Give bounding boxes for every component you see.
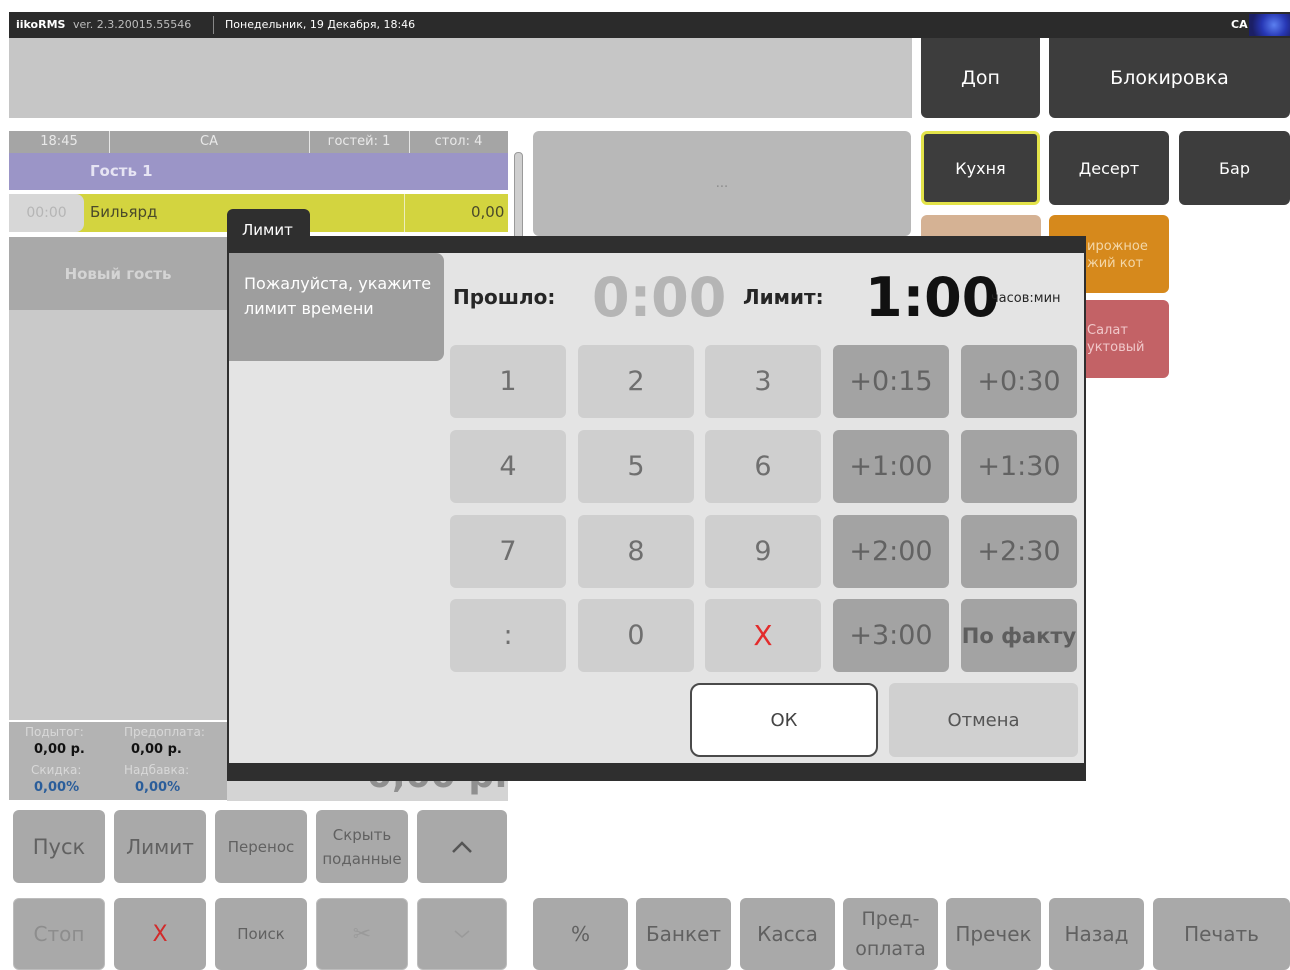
add-2-30-button[interactable]: +2:30 (961, 515, 1077, 588)
product-tile-label: ирожное жий кот (1087, 239, 1148, 271)
item-timer: 00:00 (9, 194, 84, 232)
cash-button[interactable]: Касса (740, 898, 835, 970)
elapsed-label: Прошло: (453, 285, 556, 309)
status-orb-icon (1249, 14, 1290, 36)
delete-button[interactable]: X (114, 898, 206, 970)
add-3-00-button[interactable]: +3:00 (833, 599, 949, 672)
scissors-icon: ✂ (352, 921, 372, 947)
limit-label: Лимит: (743, 285, 824, 309)
item-name: Бильярд (90, 203, 158, 221)
current-date: Понедельник, 19 Декабря, 18:46 (225, 18, 416, 31)
clear-button[interactable]: X (705, 599, 821, 672)
discount-value: 0,00% (34, 780, 80, 795)
split-button[interactable]: ✂ (316, 898, 408, 970)
scroll-up-button[interactable] (417, 810, 507, 883)
dop-button[interactable]: Доп (921, 38, 1040, 118)
markup-label: Надбавка: (124, 763, 190, 777)
totals-panel: Подытог: Предоплата: 0,00 р. 0,00 р. Ски… (9, 722, 227, 800)
chevron-down-icon (454, 930, 470, 938)
key-9[interactable]: 9 (705, 515, 821, 588)
guest-name: Гость 1 (90, 162, 153, 180)
order-header: 18:45 CA гостей: 1 стол: 4 (9, 131, 508, 153)
big-total-area: 0,00 р. (227, 781, 508, 801)
guest-count: гостей: 1 (327, 134, 391, 149)
discount-label: Скидка: (31, 763, 82, 777)
product-tile-label: Салат уктовый (1087, 323, 1145, 355)
prepay-label: Предоплата: (124, 725, 205, 739)
discount-button[interactable]: % (533, 898, 628, 970)
table-number: стол: 4 (434, 134, 483, 149)
scroll-down-button[interactable] (417, 898, 507, 970)
add-0-30-button[interactable]: +0:30 (961, 345, 1077, 418)
by-fact-button[interactable]: По факту (961, 599, 1077, 672)
key-4[interactable]: 4 (450, 430, 566, 503)
dialog-title: Лимит (227, 209, 310, 239)
user-initials: CA (1231, 18, 1248, 31)
key-1[interactable]: 1 (450, 345, 566, 418)
limit-button[interactable]: Лимит (114, 810, 206, 883)
units-label: часов:мин (991, 291, 1061, 306)
order-list-area (9, 310, 227, 720)
app-version: ver. 2.3.20015.55546 (73, 18, 192, 31)
limit-value: 1:00 (865, 266, 1000, 329)
key-8[interactable]: 8 (578, 515, 694, 588)
subtotal-label: Подытог: (25, 725, 84, 739)
key-colon[interactable]: : (450, 599, 566, 672)
add-1-00-button[interactable]: +1:00 (833, 430, 949, 503)
elapsed-value: 0:00 (592, 266, 727, 329)
key-2[interactable]: 2 (578, 345, 694, 418)
precheck-button[interactable]: Пречек (946, 898, 1041, 970)
print-button[interactable]: Печать (1153, 898, 1290, 970)
key-6[interactable]: 6 (705, 430, 821, 503)
category-kitchen[interactable]: Кухня (921, 131, 1040, 205)
start-button[interactable]: Пуск (13, 810, 105, 883)
order-waiter: CA (200, 134, 218, 149)
stop-button[interactable]: Стоп (13, 898, 105, 970)
add-1-30-button[interactable]: +1:30 (961, 430, 1077, 503)
app-name: iikoRMS (16, 18, 66, 31)
prepay-value: 0,00 р. (131, 742, 182, 757)
key-3[interactable]: 3 (705, 345, 821, 418)
add-0-15-button[interactable]: +0:15 (833, 345, 949, 418)
search-button[interactable]: Поиск (215, 898, 307, 970)
guest-row[interactable]: Гость 1 (9, 153, 508, 190)
order-time: 18:45 (40, 134, 78, 149)
header-area (9, 38, 912, 118)
dialog-prompt: Пожалуйста, укажите лимит времени (229, 253, 444, 361)
item-price: 0,00 (471, 203, 505, 221)
markup-value: 0,00% (135, 780, 181, 795)
banquet-button[interactable]: Банкет (636, 898, 731, 970)
prepay-button[interactable]: Пред- оплата (843, 898, 938, 970)
cancel-button[interactable]: Отмена (889, 683, 1078, 757)
top-status-bar: iikoRMS ver. 2.3.20015.55546 Понедельник… (9, 12, 1290, 38)
transfer-button[interactable]: Перенос (215, 810, 307, 883)
key-0[interactable]: 0 (578, 599, 694, 672)
add-2-00-button[interactable]: +2:00 (833, 515, 949, 588)
ok-button[interactable]: ОК (690, 683, 878, 757)
key-5[interactable]: 5 (578, 430, 694, 503)
divider (213, 16, 214, 34)
back-button[interactable]: Назад (1049, 898, 1144, 970)
key-7[interactable]: 7 (450, 515, 566, 588)
category-bar[interactable]: Бар (1179, 131, 1290, 205)
category-dessert[interactable]: Десерт (1049, 131, 1169, 205)
block-button[interactable]: Блокировка (1049, 38, 1290, 118)
hide-served-button[interactable]: Скрыть поданные (316, 810, 408, 883)
subtotal-value: 0,00 р. (34, 742, 85, 757)
center-panel: ... (533, 131, 911, 236)
new-guest-button[interactable]: Новый гость (9, 237, 227, 310)
chevron-up-icon (452, 840, 472, 853)
big-total: 0,00 р. (367, 781, 508, 796)
